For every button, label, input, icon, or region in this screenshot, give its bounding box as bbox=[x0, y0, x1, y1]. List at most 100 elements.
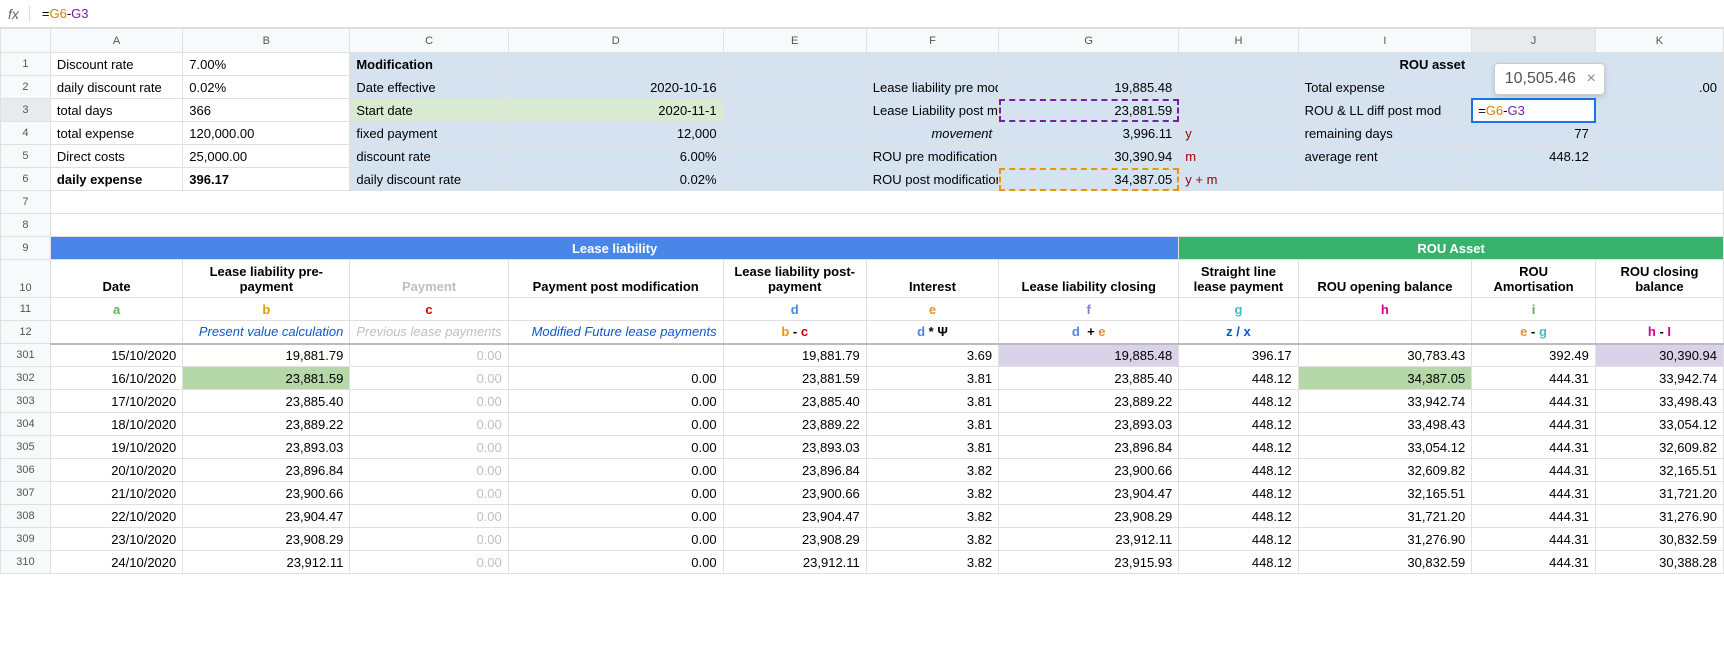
cell[interactable]: 0.00 bbox=[508, 413, 723, 436]
cell[interactable]: 19,881.79 bbox=[723, 344, 866, 367]
cell[interactable]: Modification bbox=[350, 53, 508, 76]
cell[interactable]: h - I bbox=[1595, 321, 1723, 344]
cell[interactable]: Lease liability pre modification bbox=[866, 76, 998, 99]
cell[interactable]: 3.82 bbox=[866, 482, 998, 505]
cell[interactable]: 32,609.82 bbox=[1595, 436, 1723, 459]
row-head-1[interactable]: 1 bbox=[1, 53, 51, 76]
row-head-4[interactable]: 4 bbox=[1, 122, 51, 145]
cell[interactable]: Discount rate bbox=[50, 53, 182, 76]
cell[interactable]: 0.00 bbox=[350, 482, 508, 505]
cell[interactable]: 18/10/2020 bbox=[50, 413, 182, 436]
cell[interactable]: ROU pre modification bbox=[866, 145, 998, 168]
cell[interactable]: 33,942.74 bbox=[1298, 390, 1472, 413]
cell[interactable]: g bbox=[1179, 298, 1298, 321]
cell[interactable]: d * Ψ bbox=[866, 321, 998, 344]
row-head[interactable]: 308 bbox=[1, 505, 51, 528]
cell[interactable]: 24/10/2020 bbox=[50, 551, 182, 574]
cell[interactable]: 444.31 bbox=[1472, 482, 1596, 505]
cell[interactable]: 23,908.29 bbox=[999, 505, 1179, 528]
cell[interactable]: 0.00 bbox=[350, 413, 508, 436]
row-head[interactable]: 305 bbox=[1, 436, 51, 459]
cell[interactable]: 448.12 bbox=[1179, 551, 1298, 574]
cell[interactable]: fixed payment bbox=[350, 122, 508, 145]
colhdr-date[interactable]: Date bbox=[50, 260, 182, 298]
cell[interactable]: 0.00 bbox=[350, 459, 508, 482]
cell[interactable] bbox=[723, 76, 866, 99]
cell[interactable]: 0.00 bbox=[508, 482, 723, 505]
cell[interactable]: b bbox=[183, 298, 350, 321]
cell[interactable] bbox=[1595, 99, 1723, 122]
cell[interactable]: 3,996.11 bbox=[999, 122, 1179, 145]
cell[interactable]: 392.49 bbox=[1472, 344, 1596, 367]
col-head-B[interactable]: B bbox=[183, 29, 350, 53]
cell[interactable]: 448.12 bbox=[1179, 413, 1298, 436]
cell[interactable]: Date effective bbox=[350, 76, 508, 99]
cell[interactable]: 23,889.22 bbox=[183, 413, 350, 436]
cell[interactable]: 0.00 bbox=[508, 436, 723, 459]
cell[interactable]: 444.31 bbox=[1472, 436, 1596, 459]
formula-content[interactable]: =G6-G3 bbox=[42, 6, 89, 21]
cell[interactable] bbox=[866, 53, 998, 76]
cell-G3-reference[interactable]: 23,881.59 bbox=[999, 99, 1179, 122]
row-head[interactable]: 307 bbox=[1, 482, 51, 505]
cell[interactable]: 23/10/2020 bbox=[50, 528, 182, 551]
cell[interactable]: total expense bbox=[50, 122, 182, 145]
cell[interactable]: ROU & LL diff post mod bbox=[1298, 99, 1472, 122]
cell[interactable]: 17/10/2020 bbox=[50, 390, 182, 413]
cell[interactable]: 444.31 bbox=[1472, 505, 1596, 528]
cell[interactable]: 23,912.11 bbox=[183, 551, 350, 574]
cell[interactable]: daily discount rate bbox=[350, 168, 508, 191]
cell[interactable]: 16/10/2020 bbox=[50, 367, 182, 390]
cell[interactable]: 6.00% bbox=[508, 145, 723, 168]
cell[interactable] bbox=[723, 99, 866, 122]
cell[interactable]: total days bbox=[50, 99, 182, 122]
cell[interactable]: 3.82 bbox=[866, 551, 998, 574]
cell[interactable]: y + m bbox=[1179, 168, 1298, 191]
cell[interactable]: 19/10/2020 bbox=[50, 436, 182, 459]
lease-liability-header[interactable]: Lease liability bbox=[50, 237, 1178, 260]
active-cell-J3[interactable]: 10,505.46 × =G6-G3 bbox=[1472, 99, 1596, 122]
cell[interactable]: 32,165.51 bbox=[1298, 482, 1472, 505]
cell[interactable] bbox=[1595, 53, 1723, 76]
cell[interactable]: 33,054.12 bbox=[1298, 436, 1472, 459]
cell[interactable]: 3.69 bbox=[866, 344, 998, 367]
row-head[interactable]: 303 bbox=[1, 390, 51, 413]
cell[interactable]: 30,388.28 bbox=[1595, 551, 1723, 574]
cell[interactable]: 444.31 bbox=[1472, 367, 1596, 390]
cell[interactable]: 120,000.00 bbox=[183, 122, 350, 145]
cell[interactable] bbox=[1179, 99, 1298, 122]
cell[interactable]: 2020-11-1 bbox=[508, 99, 723, 122]
col-head-K[interactable]: K bbox=[1595, 29, 1723, 53]
cell[interactable] bbox=[1595, 145, 1723, 168]
cell[interactable]: 25,000.00 bbox=[183, 145, 350, 168]
cell[interactable]: 23,900.66 bbox=[183, 482, 350, 505]
select-all-corner[interactable] bbox=[1, 29, 51, 53]
cell[interactable]: 31,721.20 bbox=[1298, 505, 1472, 528]
cell[interactable]: 0.00 bbox=[350, 551, 508, 574]
cell[interactable]: 23,893.03 bbox=[723, 436, 866, 459]
cell[interactable]: 0.00 bbox=[350, 390, 508, 413]
cell[interactable]: Present value calculation bbox=[183, 321, 350, 344]
cell[interactable]: a bbox=[50, 298, 182, 321]
col-head-I[interactable]: I bbox=[1298, 29, 1472, 53]
cell[interactable]: 0.00 bbox=[508, 505, 723, 528]
cell[interactable]: i bbox=[1472, 298, 1596, 321]
cell[interactable]: 31,721.20 bbox=[1595, 482, 1723, 505]
cell[interactable]: 19,885.48 bbox=[999, 344, 1179, 367]
cell[interactable]: 0.00 bbox=[508, 528, 723, 551]
cell[interactable]: 3.82 bbox=[866, 528, 998, 551]
cell[interactable]: 0.00 bbox=[350, 344, 508, 367]
formula-bar[interactable]: fx =G6-G3 bbox=[0, 0, 1724, 28]
cell[interactable]: 3.81 bbox=[866, 390, 998, 413]
cell[interactable]: 444.31 bbox=[1472, 390, 1596, 413]
cell[interactable] bbox=[1298, 168, 1472, 191]
colhdr[interactable]: Payment post modification bbox=[508, 260, 723, 298]
cell[interactable]: Previous lease payments bbox=[350, 321, 508, 344]
cell[interactable]: 23,904.47 bbox=[183, 505, 350, 528]
cell[interactable]: 34,387.05 bbox=[1298, 367, 1472, 390]
cell[interactable]: 0.00 bbox=[350, 505, 508, 528]
cell[interactable]: 12,000 bbox=[508, 122, 723, 145]
cell[interactable]: 0.00 bbox=[508, 459, 723, 482]
cell[interactable]: 32,165.51 bbox=[1595, 459, 1723, 482]
cell[interactable]: 3.81 bbox=[866, 436, 998, 459]
